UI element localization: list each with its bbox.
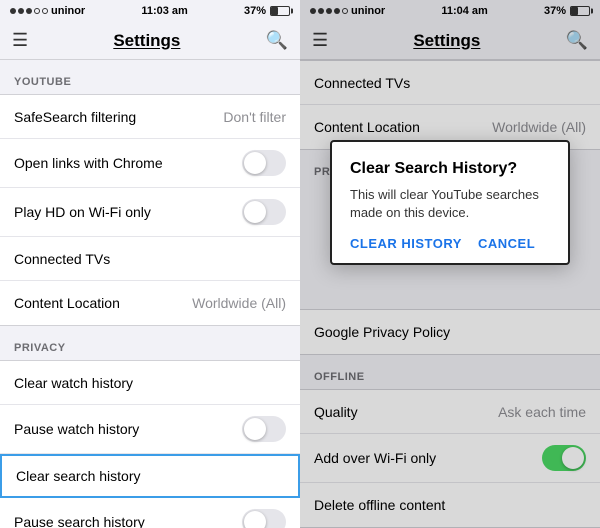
toggle-thumb <box>244 201 266 223</box>
time-label: 11:03 am <box>141 5 187 17</box>
signal-dot-3 <box>26 8 32 14</box>
row-label: Pause search history <box>14 514 145 528</box>
carrier-label: uninor <box>51 5 85 17</box>
list-item[interactable]: Connected TVs <box>0 237 300 281</box>
menu-icon[interactable]: ☰ <box>12 30 28 51</box>
signal-dot-5 <box>42 8 48 14</box>
row-value: Don't filter <box>223 109 286 125</box>
left-settings-list: YOUTUBE SafeSearch filtering Don't filte… <box>0 60 300 528</box>
row-label: SafeSearch filtering <box>14 109 136 125</box>
list-item[interactable]: SafeSearch filtering Don't filter <box>0 95 300 139</box>
row-label: Connected TVs <box>14 251 110 267</box>
cancel-button[interactable]: CANCEL <box>478 236 535 251</box>
list-item[interactable]: Content Location Worldwide (All) <box>0 281 300 325</box>
row-label: Play HD on Wi-Fi only <box>14 204 151 220</box>
signal-dot-2 <box>18 8 24 14</box>
search-icon[interactable]: 🔍 <box>266 30 288 51</box>
dialog-body: This will clear YouTube searches made on… <box>350 186 550 222</box>
row-label: Open links with Chrome <box>14 155 163 171</box>
signal-dot-1 <box>10 8 16 14</box>
list-item[interactable]: Open links with Chrome <box>0 139 300 188</box>
right-phone-panel: uninor 11:04 am 37% ☰ Settings 🔍 Connect… <box>300 0 600 528</box>
toggle-pause-search[interactable] <box>242 509 286 528</box>
left-nav-bar: ☰ Settings 🔍 <box>0 22 300 60</box>
left-status-left: uninor <box>10 5 85 17</box>
section-header-youtube: YOUTUBE <box>0 60 300 94</box>
dialog-title: Clear Search History? <box>350 160 550 178</box>
battery-percent: 37% <box>244 5 266 17</box>
signal-dots <box>10 8 48 14</box>
page-title: Settings <box>113 31 180 51</box>
left-status-right: 37% <box>244 5 290 17</box>
list-item[interactable]: Clear watch history <box>0 361 300 405</box>
list-item[interactable]: Play HD on Wi-Fi only <box>0 188 300 237</box>
toggle-thumb <box>244 418 266 440</box>
battery-icon <box>270 6 290 16</box>
left-phone-panel: uninor 11:03 am 37% ☰ Settings 🔍 YOUTUBE… <box>0 0 300 528</box>
list-item-clear-search[interactable]: Clear search history <box>0 454 300 498</box>
row-label: Pause watch history <box>14 421 139 437</box>
toggle-pause-watch[interactable] <box>242 416 286 442</box>
clear-history-button[interactable]: CLEAR HISTORY <box>350 236 462 251</box>
privacy-group: Clear watch history Pause watch history … <box>0 360 300 528</box>
left-status-bar: uninor 11:03 am 37% <box>0 0 300 22</box>
clear-search-dialog: Clear Search History? This will clear Yo… <box>330 140 570 265</box>
row-label: Content Location <box>14 295 120 311</box>
toggle-play-hd[interactable] <box>242 199 286 225</box>
youtube-group: SafeSearch filtering Don't filter Open l… <box>0 94 300 326</box>
list-item[interactable]: Pause search history <box>0 498 300 528</box>
dialog-overlay: Clear Search History? This will clear Yo… <box>300 0 600 528</box>
row-label: Clear search history <box>16 468 141 484</box>
signal-dot-4 <box>34 8 40 14</box>
row-label: Clear watch history <box>14 375 133 391</box>
row-value: Worldwide (All) <box>192 295 286 311</box>
section-header-privacy: PRIVACY <box>0 326 300 360</box>
dialog-actions: CLEAR HISTORY CANCEL <box>350 236 550 251</box>
list-item[interactable]: Pause watch history <box>0 405 300 454</box>
toggle-thumb <box>244 152 266 174</box>
toggle-open-links[interactable] <box>242 150 286 176</box>
toggle-thumb <box>244 511 266 528</box>
battery-fill <box>271 7 278 15</box>
